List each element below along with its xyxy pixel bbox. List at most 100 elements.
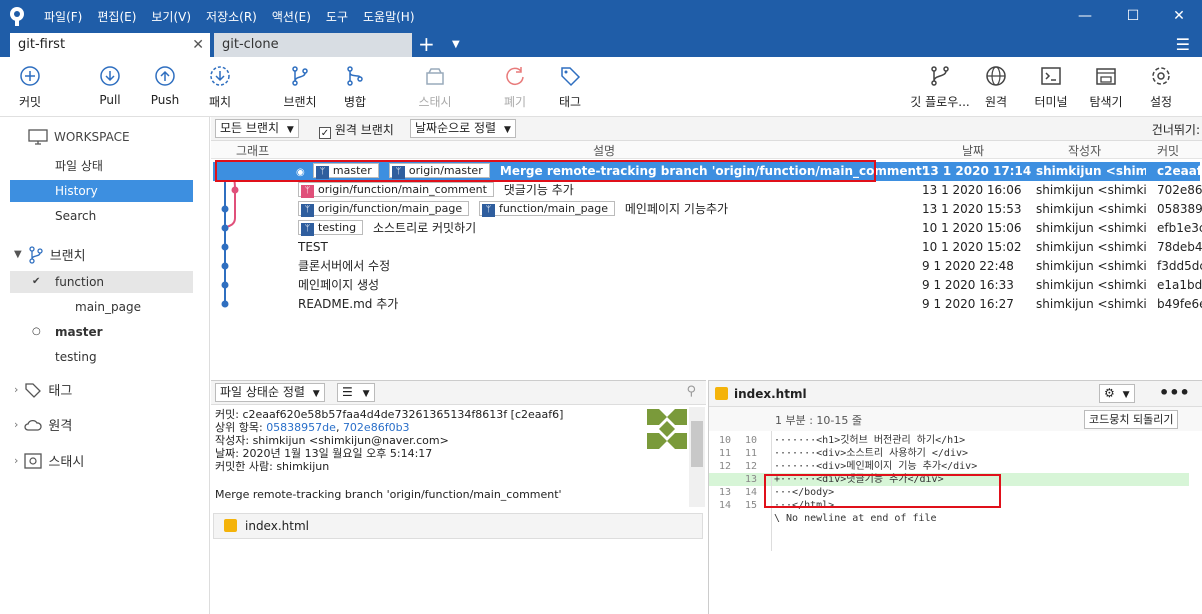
menu-actions[interactable]: 액션(E) — [272, 8, 311, 25]
pull-button[interactable]: Pull — [80, 65, 140, 107]
remote-branch-badge[interactable]: ᛘ origin/function/main_page — [298, 201, 470, 217]
branch-icon — [292, 66, 308, 86]
commit-message: 메인페이지 생성 — [298, 278, 380, 292]
file-sort-dropdown[interactable]: 파일 상태순 정렬 ▼ — [215, 383, 325, 402]
column-commit[interactable]: 커밋 — [1157, 142, 1179, 159]
hamburger-menu-icon[interactable]: ☰ — [1176, 35, 1190, 54]
tab-git-first[interactable]: git-first ✕ — [10, 33, 210, 57]
chevron-down-icon: ▼ — [503, 125, 511, 135]
commit-row[interactable]: 클론서버에서 수정 9 1 2020 22:48 shimkijun <shim… — [213, 257, 1202, 276]
branch-filter-dropdown[interactable]: 모든 브랜치 ▼ — [215, 119, 299, 138]
branch-item-master[interactable]: ○ master — [10, 321, 193, 343]
tab-label: git-clone — [222, 37, 279, 52]
fetch-button[interactable]: 패치 — [190, 65, 250, 110]
close-icon[interactable]: ✕ — [192, 33, 204, 57]
modified-file-icon — [715, 387, 728, 400]
discard-button[interactable]: 폐기 — [485, 65, 545, 110]
view-mode-dropdown[interactable]: ☰ ▼ — [337, 383, 375, 402]
committer-field-label: 커밋한 사람: — [215, 460, 273, 473]
column-graph[interactable]: 그래프 — [236, 142, 269, 159]
remote-branches-option[interactable]: ✓ 원격 브랜치 — [319, 121, 394, 139]
sidebar-item-history[interactable]: History — [10, 180, 193, 202]
branches-section[interactable]: ▼ 브랜치 — [14, 245, 86, 264]
terminal-button[interactable]: 터미널 — [1021, 65, 1081, 110]
commit-hash: c2eaaf6 — [1157, 164, 1202, 178]
remote-branches-checkbox[interactable]: ✓ — [319, 127, 331, 139]
merge-button[interactable]: 병합 — [325, 65, 385, 110]
hunk-label: 1 부분 : 10-15 줄 — [775, 414, 863, 427]
minimize-button[interactable]: — — [1070, 4, 1100, 28]
maximize-button[interactable]: ☐ — [1118, 4, 1148, 28]
branch-folder-function[interactable]: ✔ function — [10, 271, 193, 293]
chevron-down-icon: ✔ — [32, 276, 41, 287]
commit-row[interactable]: ᛘ origin/function/main_comment 댓글기능 추가 13… — [213, 181, 1202, 200]
tab-dropdown-icon[interactable]: ▼ — [452, 32, 460, 58]
sidebar: WORKSPACE 파일 상태 History Search ▼ 브랜치 ✔ f… — [0, 117, 210, 614]
commit-full-message: Merge remote-tracking branch 'origin/fun… — [215, 488, 562, 501]
git-flow-button[interactable]: 깃 플로우... — [905, 65, 975, 110]
stashes-section[interactable]: › 스태시 — [14, 451, 84, 470]
fetch-icon — [210, 66, 230, 86]
diff-line: \ No newline at end of file — [774, 513, 937, 524]
column-author[interactable]: 작성자 — [1068, 142, 1101, 159]
tag-button[interactable]: 태그 — [540, 65, 600, 110]
remote-button[interactable]: 원격 — [966, 65, 1026, 110]
commit-row[interactable]: 메인페이지 생성 9 1 2020 16:33 shimkijun <shimk… — [213, 276, 1202, 295]
stash-icon — [24, 452, 43, 469]
parent-link[interactable]: 05838957de — [266, 421, 336, 434]
branch-item-main-page[interactable]: main_page — [10, 296, 193, 318]
remote-branch-badge[interactable]: ᛘ origin/function/main_comment — [298, 182, 494, 198]
menu-bar: 파일(F) 편집(E) 보기(V) 저장소(R) 액션(E) 도구 도움말(H) — [44, 8, 415, 25]
commit-row[interactable]: ᛘ testing 소스트리로 커밋하기 10 1 2020 15:06 shim… — [213, 219, 1202, 238]
search-icon[interactable]: ⚲ — [686, 384, 696, 399]
tags-section[interactable]: › 태그 — [14, 380, 72, 399]
changed-file-item[interactable]: index.html — [213, 513, 703, 539]
details-scrollbar[interactable] — [689, 407, 705, 507]
commit-row[interactable]: TEST 10 1 2020 15:02 shimkijun <shimki 7… — [213, 238, 1202, 257]
column-date[interactable]: 날짜 — [962, 142, 984, 159]
commit-row[interactable]: README.md 추가 9 1 2020 16:27 shimkijun <s… — [213, 295, 1202, 314]
commit-field-label: 커밋: — [215, 408, 239, 421]
explorer-button[interactable]: 탐색기 — [1076, 65, 1136, 110]
sidebar-item-search[interactable]: Search — [10, 205, 193, 227]
revert-hunk-button[interactable]: 코드뭉치 되돌리기 — [1084, 410, 1179, 429]
column-description[interactable]: 설명 — [593, 142, 615, 159]
parent-link[interactable]: 702e86f0b3 — [343, 421, 410, 434]
commit-row[interactable]: ᛘ origin/function/main_page ᛘ function/mai… — [213, 200, 1202, 219]
push-button[interactable]: Push — [135, 65, 195, 107]
menu-tools[interactable]: 도구 — [326, 8, 348, 25]
add-tab-button[interactable]: + — [418, 32, 435, 56]
commit-hash: e1a1bde — [1157, 278, 1202, 292]
menu-view[interactable]: 보기(V) — [151, 8, 191, 25]
settings-button[interactable]: 설정 — [1131, 65, 1191, 110]
badge-label: origin/function/main_page — [318, 202, 463, 215]
sort-dropdown[interactable]: 날짜순으로 정렬 ▼ — [410, 119, 516, 138]
terminal-label: 터미널 — [1034, 95, 1068, 109]
monitor-icon — [28, 129, 48, 145]
branch-badge[interactable]: ᛘ function/main_page — [478, 201, 616, 217]
menu-help[interactable]: 도움말(H) — [363, 8, 415, 25]
menu-edit[interactable]: 편집(E) — [97, 8, 136, 25]
pull-label: Pull — [99, 93, 121, 107]
sidebar-item-file-status[interactable]: 파일 상태 — [10, 155, 193, 177]
close-window-button[interactable]: ✕ — [1164, 4, 1194, 28]
commit-button[interactable]: 커밋 — [0, 65, 60, 110]
branch-icon: ᛘ — [301, 185, 314, 198]
menu-file[interactable]: 파일(F) — [44, 8, 82, 25]
stash-button[interactable]: 스태시 — [405, 65, 465, 110]
commit-author: shimkijun <shimki — [1036, 297, 1146, 311]
parent-separator: , — [335, 421, 340, 434]
remotes-section[interactable]: › 원격 — [14, 415, 72, 434]
branch-button[interactable]: 브랜치 — [270, 65, 330, 110]
branch-badge[interactable]: ᛘ testing — [298, 220, 364, 236]
remote-branches-label: 원격 브랜치 — [334, 123, 394, 137]
chevron-down-icon: ▼ — [286, 125, 294, 135]
diff-options-dropdown[interactable]: ⚙ ▼ — [1099, 384, 1135, 403]
branch-item-testing[interactable]: testing — [10, 346, 193, 368]
commit-author: shimkijun <shimki — [1036, 183, 1146, 197]
scrollbar-thumb[interactable] — [691, 421, 703, 467]
more-options-icon[interactable]: ••• — [1159, 383, 1190, 402]
menu-repository[interactable]: 저장소(R) — [206, 8, 257, 25]
commit-date: 10 1 2020 15:06 — [922, 221, 1022, 235]
tab-git-clone[interactable]: git-clone — [214, 33, 412, 57]
